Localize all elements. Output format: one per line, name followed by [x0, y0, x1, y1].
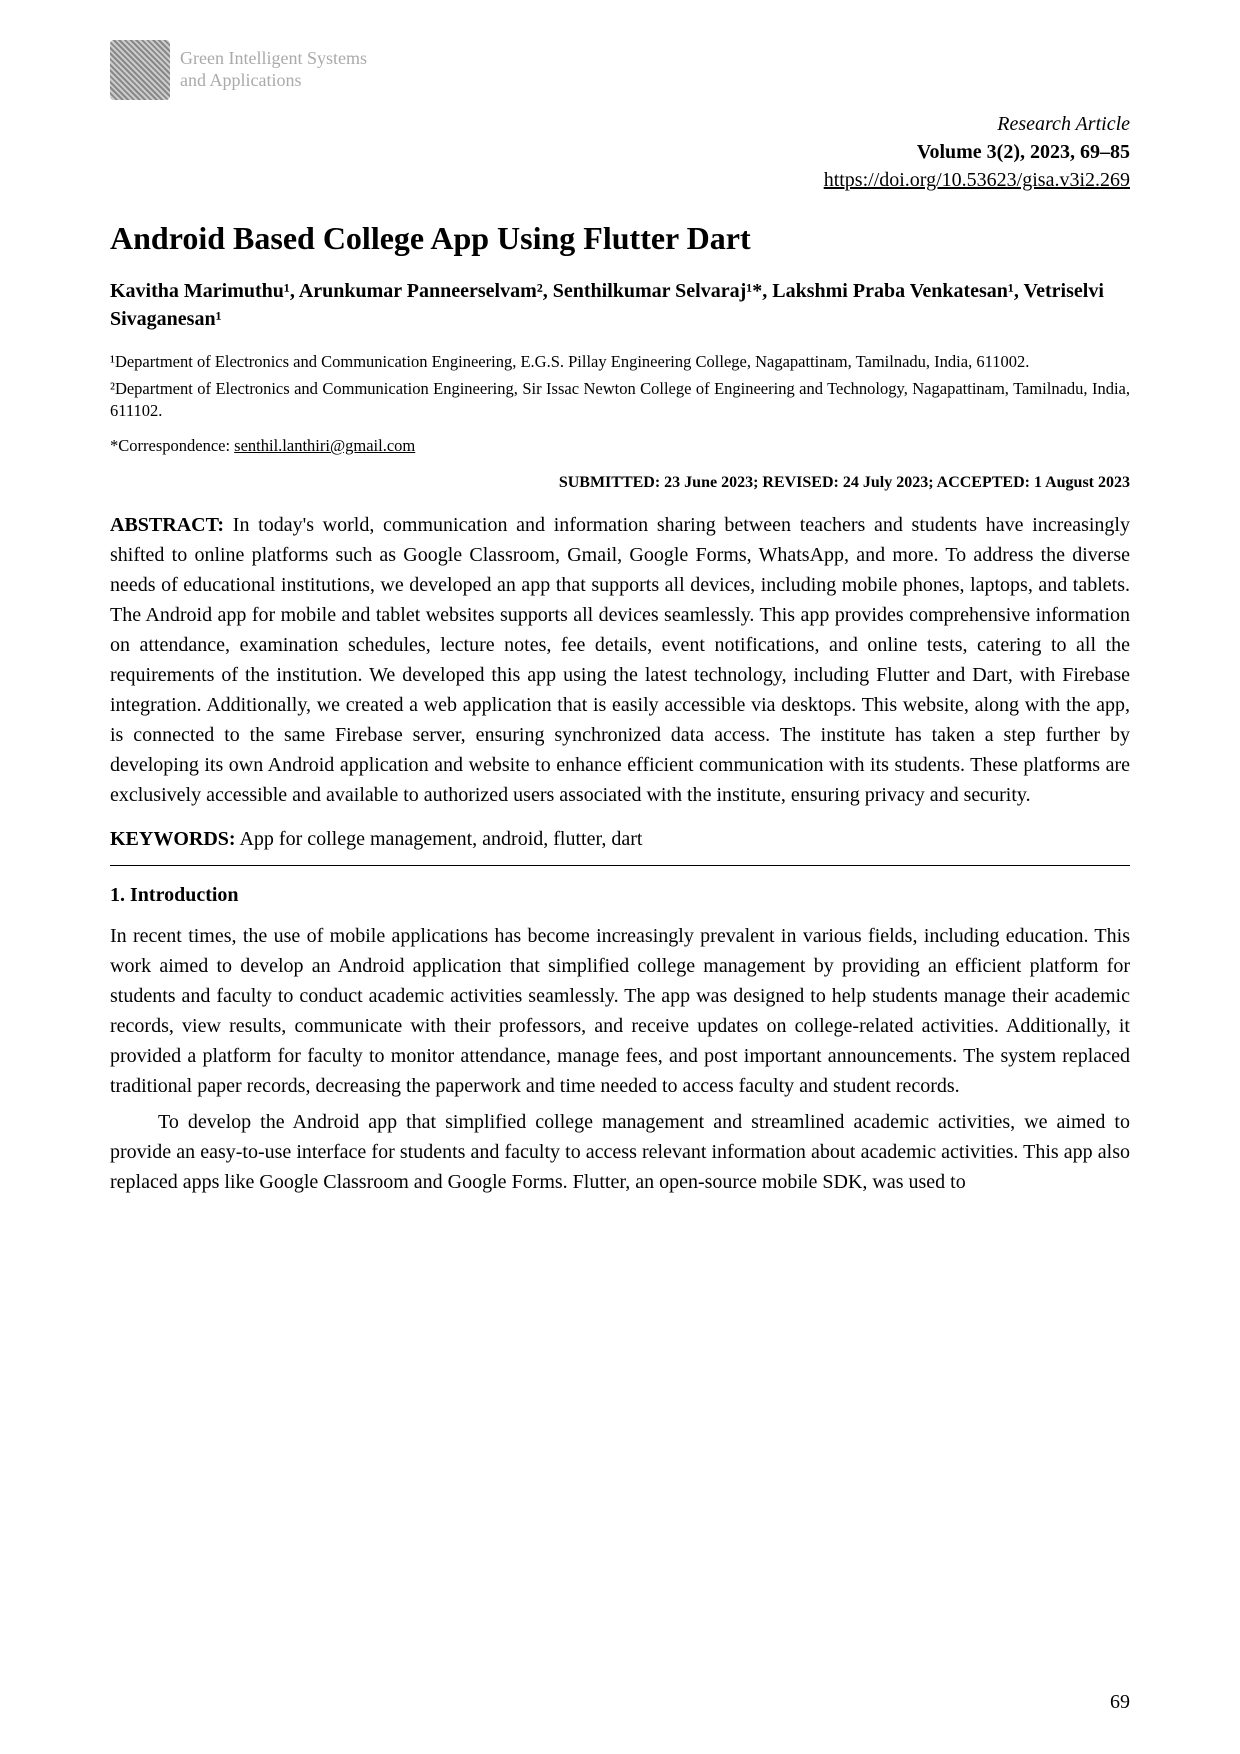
section-divider — [110, 865, 1130, 866]
submission-dates: SUBMITTED: 23 June 2023; REVISED: 24 Jul… — [110, 474, 1130, 492]
article-type: Research Article — [110, 110, 1130, 138]
abstract-label: ABSTRACT: — [110, 514, 224, 536]
journal-name-line1: Green Intelligent Systems — [180, 48, 367, 70]
volume-info: Volume 3(2), 2023, 69–85 — [110, 138, 1130, 166]
authors-list: Kavitha Marimuthu¹, Arunkumar Panneersel… — [110, 277, 1130, 333]
correspondence-email[interactable]: senthil.lanthiri@gmail.com — [234, 436, 415, 455]
journal-name-line2: and Applications — [180, 70, 367, 92]
section-1-heading: 1. Introduction — [110, 884, 1130, 907]
affiliation-1: ¹Department of Electronics and Communica… — [110, 351, 1130, 373]
keywords-label: KEYWORDS: — [110, 828, 236, 850]
journal-name: Green Intelligent Systems and Applicatio… — [180, 48, 367, 91]
abstract-text: In today's world, communication and info… — [110, 514, 1130, 806]
article-meta: Research Article Volume 3(2), 2023, 69–8… — [110, 110, 1130, 194]
correspondence: *Correspondence: senthil.lanthiri@gmail.… — [110, 436, 1130, 456]
abstract: ABSTRACT: In today's world, communicatio… — [110, 510, 1130, 810]
correspondence-label: *Correspondence: — [110, 436, 234, 455]
article-title: Android Based College App Using Flutter … — [110, 219, 1130, 257]
affiliation-2: ²Department of Electronics and Communica… — [110, 378, 1130, 423]
journal-header: Green Intelligent Systems and Applicatio… — [110, 40, 1130, 100]
page-number: 69 — [1110, 1691, 1130, 1714]
journal-logo-icon — [110, 40, 170, 100]
doi-link[interactable]: https://doi.org/10.53623/gisa.v3i2.269 — [824, 169, 1130, 191]
keywords-text: App for college management, android, flu… — [236, 828, 643, 850]
keywords: KEYWORDS: App for college management, an… — [110, 828, 1130, 851]
intro-paragraph-1: In recent times, the use of mobile appli… — [110, 921, 1130, 1101]
intro-paragraph-2: To develop the Android app that simplifi… — [110, 1107, 1130, 1197]
